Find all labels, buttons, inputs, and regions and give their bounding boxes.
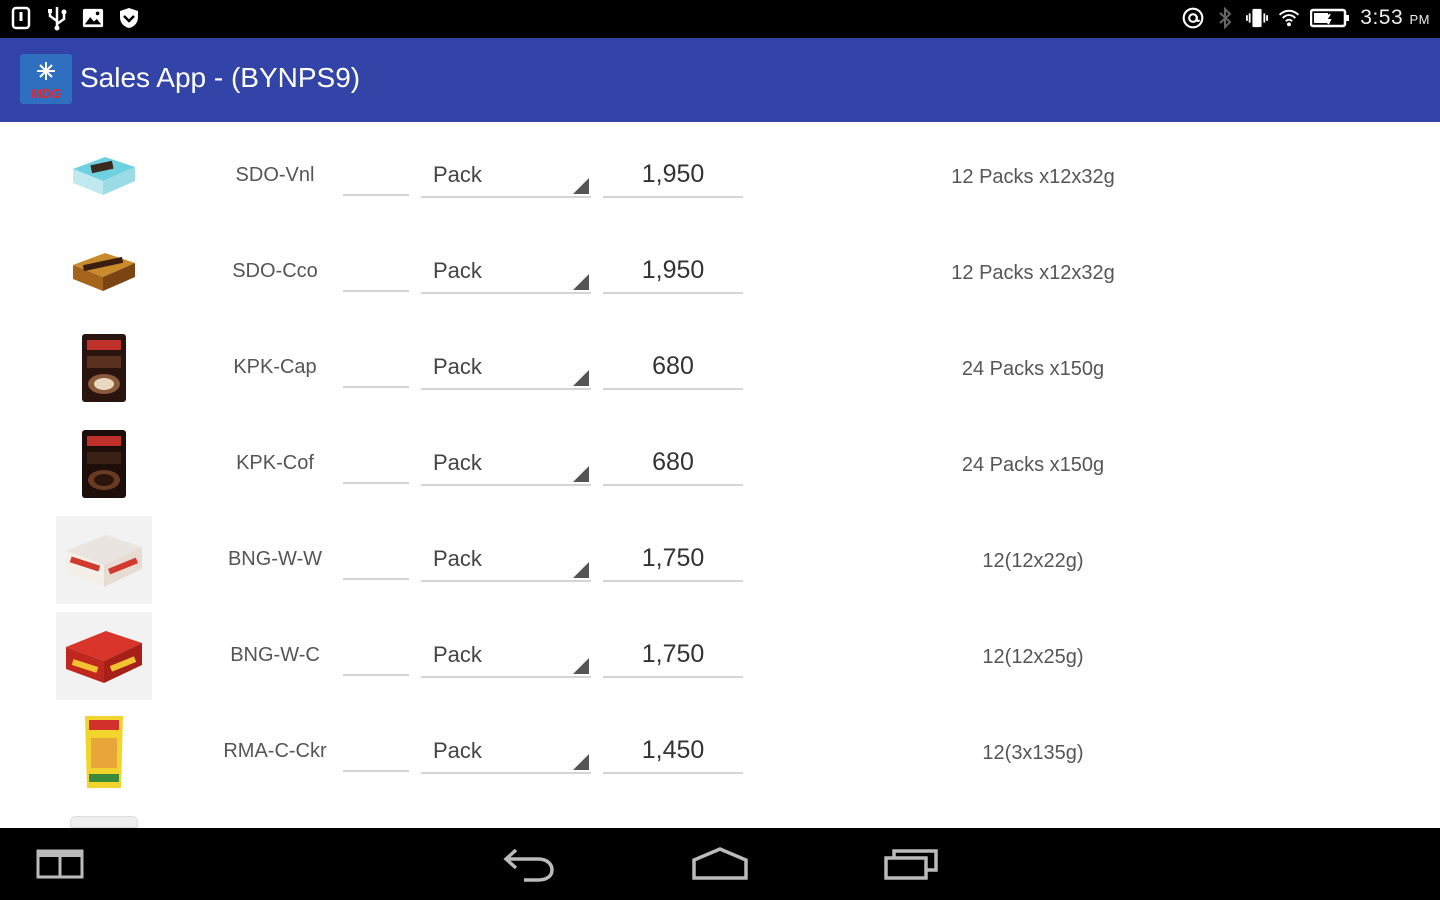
pack-size: 12 Packs x12x32g xyxy=(951,166,1115,188)
product-image xyxy=(56,708,152,796)
pack-size: 24 Packs x150g xyxy=(961,358,1105,380)
image-icon xyxy=(82,6,104,30)
quantity-input[interactable] xyxy=(343,540,409,580)
product-image xyxy=(56,420,152,508)
vibrate-icon xyxy=(1246,6,1269,30)
quantity-input[interactable] xyxy=(343,252,409,292)
quantity-input[interactable] xyxy=(343,444,409,484)
pack-size: 12(3x135g) xyxy=(982,742,1084,764)
svg-text:MDG: MDG xyxy=(31,86,61,101)
unit-dropdown[interactable]: Pack xyxy=(421,156,591,198)
unit-label: Pack xyxy=(433,258,482,283)
dropdown-arrow-icon xyxy=(573,466,589,482)
product-image xyxy=(56,132,152,220)
unit-label: Pack xyxy=(433,546,482,571)
dropdown-arrow-icon xyxy=(573,562,589,578)
price-field[interactable]: 680 xyxy=(603,444,743,486)
dropdown-arrow-icon xyxy=(573,754,589,770)
shield-icon xyxy=(118,6,140,30)
quantity-input[interactable] xyxy=(343,348,409,388)
price-field[interactable]: 1,750 xyxy=(603,540,743,582)
unit-dropdown[interactable]: Pack xyxy=(421,732,591,774)
product-code: SDO-Cco xyxy=(232,260,318,282)
usb-icon xyxy=(46,6,68,31)
unit-dropdown[interactable]: Pack xyxy=(421,444,591,486)
product-row[interactable]: BNG-W-W Pack 1,750 12(12x22g) xyxy=(0,510,1440,606)
dropdown-arrow-icon xyxy=(573,658,589,674)
product-row[interactable]: BNG-W-C Pack 1,750 12(12x25g) xyxy=(0,606,1440,702)
dropdown-arrow-icon xyxy=(573,370,589,386)
status-bar: 3:53 PM xyxy=(0,0,1440,38)
unit-dropdown[interactable]: Pack xyxy=(421,540,591,582)
app-bar: MDG Sales App - (BYNPS9) xyxy=(0,38,1440,122)
product-image xyxy=(70,816,138,828)
pack-size: 12(12x22g) xyxy=(982,550,1084,572)
unit-dropdown[interactable]: Pack xyxy=(421,348,591,390)
quantity-input[interactable] xyxy=(343,732,409,772)
wifi-icon xyxy=(1278,6,1300,30)
product-row[interactable]: SDO-Vnl Pack 1,950 12 Packs x12x32g xyxy=(0,126,1440,222)
bluetooth-icon xyxy=(1214,6,1236,30)
product-list[interactable]: SDO-Vnl Pack 1,950 12 Packs x12x32g SDO-… xyxy=(0,122,1440,828)
product-row[interactable]: RMA-C-Ckr Pack 1,450 12(3x135g) xyxy=(0,702,1440,798)
product-row[interactable]: SDO-Cco Pack 1,950 12 Packs x12x32g xyxy=(0,222,1440,318)
unit-label: Pack xyxy=(433,450,482,475)
navigation-bar xyxy=(0,828,1440,900)
app-logo-icon: MDG xyxy=(20,54,72,104)
home-icon[interactable] xyxy=(688,844,752,884)
notification-icon xyxy=(10,6,32,30)
product-image xyxy=(56,612,152,700)
price-field[interactable]: 680 xyxy=(603,348,743,390)
price-field[interactable]: 1,950 xyxy=(603,252,743,294)
product-code: KPK-Cap xyxy=(233,356,317,378)
product-code: SDO-Vnl xyxy=(235,164,315,186)
unit-label: Pack xyxy=(433,354,482,379)
product-code: BNG-W-C xyxy=(230,644,320,666)
product-code: RMA-C-Ckr xyxy=(223,740,327,762)
product-image xyxy=(56,228,152,316)
price-field[interactable]: 1,950 xyxy=(603,156,743,198)
unit-label: Pack xyxy=(433,738,482,763)
dropdown-arrow-icon xyxy=(573,178,589,194)
pack-size: 12 Packs x12x32g xyxy=(951,262,1115,284)
product-image xyxy=(56,516,152,604)
at-icon xyxy=(1182,6,1204,30)
product-code: BNG-W-W xyxy=(227,548,323,570)
pack-size: 24 Packs x150g xyxy=(961,454,1105,476)
app-title: Sales App - (BYNPS9) xyxy=(80,62,361,93)
product-image xyxy=(56,324,152,412)
product-code: KPK-Cof xyxy=(236,452,314,474)
product-row[interactable]: KPK-Cap Pack 680 24 Packs x150g xyxy=(0,318,1440,414)
unit-label: Pack xyxy=(433,642,482,667)
unit-dropdown[interactable]: Pack xyxy=(421,252,591,294)
price-field[interactable]: 1,750 xyxy=(603,636,743,678)
quantity-input[interactable] xyxy=(343,156,409,196)
unit-label: Pack xyxy=(433,162,482,187)
product-row[interactable]: KPK-Cof Pack 680 24 Packs x150g xyxy=(0,414,1440,510)
price-field[interactable]: 1,450 xyxy=(603,732,743,774)
clock: 3:53 PM xyxy=(1360,6,1430,29)
recents-icon[interactable] xyxy=(880,844,944,884)
pack-size: 12(12x25g) xyxy=(982,646,1084,668)
battery-icon xyxy=(1310,6,1350,30)
quantity-input[interactable] xyxy=(343,636,409,676)
unit-dropdown[interactable]: Pack xyxy=(421,636,591,678)
split-screen-icon[interactable] xyxy=(28,844,92,884)
dropdown-arrow-icon xyxy=(573,274,589,290)
back-icon[interactable] xyxy=(496,844,560,884)
